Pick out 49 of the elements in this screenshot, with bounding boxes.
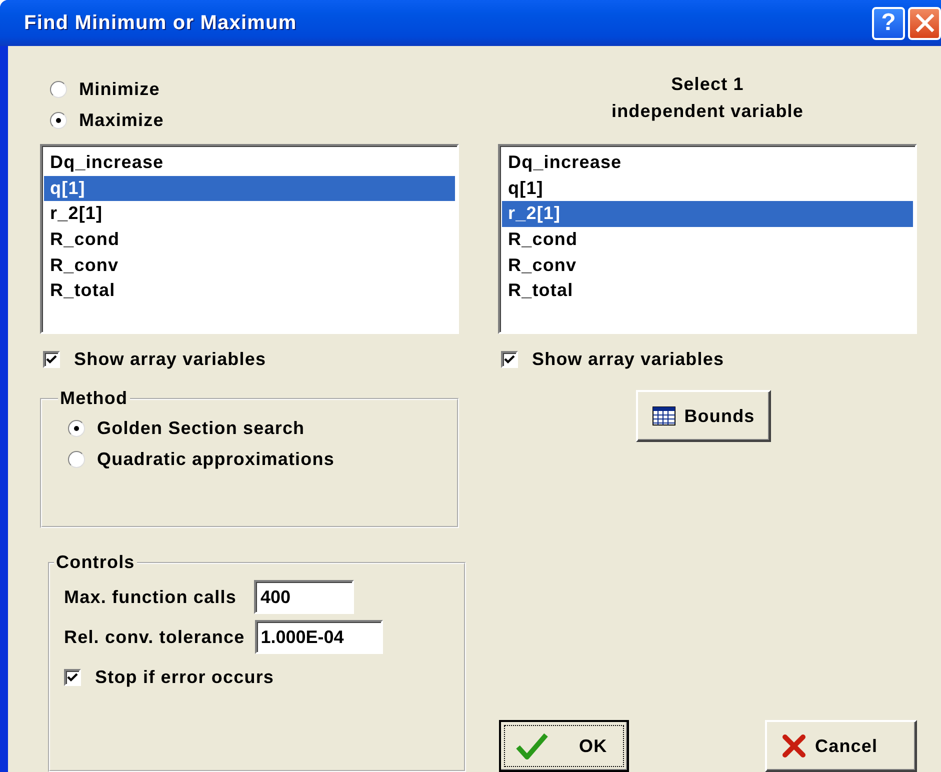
- input-field[interactable]: 1.000E-04: [254, 620, 383, 654]
- group-title: Method: [59, 388, 129, 409]
- checkmark-icon: [515, 732, 549, 760]
- field-label: Max. function calls: [64, 586, 236, 608]
- ok-button[interactable]: OK: [499, 720, 629, 772]
- help-button[interactable]: ?: [872, 6, 905, 40]
- cancel-button[interactable]: Cancel: [765, 720, 917, 772]
- list-item[interactable]: R_conv: [502, 252, 913, 278]
- list-item[interactable]: q[1]: [44, 176, 455, 202]
- radio-button[interactable]: [50, 81, 67, 98]
- list-item[interactable]: R_total: [502, 278, 913, 304]
- heading-text: independent variable: [611, 101, 804, 122]
- checkbox-label: Stop if error occurs: [95, 666, 274, 688]
- checkmark-icon: [503, 352, 516, 366]
- list-item[interactable]: Dq_increase: [502, 150, 913, 176]
- window-title: Find Minimum or Maximum: [24, 12, 298, 34]
- list-item[interactable]: R_total: [44, 278, 455, 304]
- radio-button[interactable]: [50, 112, 67, 129]
- checkbox[interactable]: [64, 668, 81, 686]
- radio-label: Minimize: [79, 79, 160, 100]
- list-item[interactable]: r_2[1]: [502, 201, 913, 228]
- list-item[interactable]: r_2[1]: [44, 201, 455, 228]
- checkmark-icon: [66, 670, 79, 684]
- radio-label: Maximize: [79, 110, 164, 131]
- list-item[interactable]: R_cond: [502, 227, 913, 253]
- checkmark-icon: [45, 352, 58, 366]
- radio-label: Quadratic approximations: [97, 449, 334, 470]
- radio-button[interactable]: [68, 420, 85, 437]
- cross-icon: [781, 733, 807, 759]
- checkbox-label: Show array variables: [532, 348, 724, 370]
- list-item[interactable]: R_conv: [44, 252, 455, 278]
- checkbox-label: Show array variables: [74, 348, 266, 370]
- radio-label: Golden Section search: [97, 418, 305, 439]
- variable-list[interactable]: Dq_increase q[1] r_2[1] R_cond R_conv R_total: [498, 144, 917, 334]
- checkbox[interactable]: [501, 350, 518, 368]
- input-field[interactable]: 400: [254, 580, 354, 614]
- list-item[interactable]: q[1]: [502, 176, 913, 202]
- list-item[interactable]: Dq_increase: [44, 150, 455, 176]
- table-icon: [652, 406, 676, 426]
- group-title: Controls: [55, 552, 136, 573]
- checkbox[interactable]: [43, 350, 60, 368]
- bounds-button[interactable]: Bounds: [636, 390, 771, 442]
- heading-text: Select 1: [671, 74, 744, 95]
- field-label: Rel. conv. tolerance: [64, 626, 245, 648]
- close-button[interactable]: [908, 6, 941, 40]
- variable-list[interactable]: Dq_increase q[1] r_2[1] R_cond R_conv R_total: [40, 144, 459, 334]
- close-icon: [914, 12, 936, 34]
- radio-button[interactable]: [68, 451, 85, 468]
- list-item[interactable]: R_cond: [44, 227, 455, 253]
